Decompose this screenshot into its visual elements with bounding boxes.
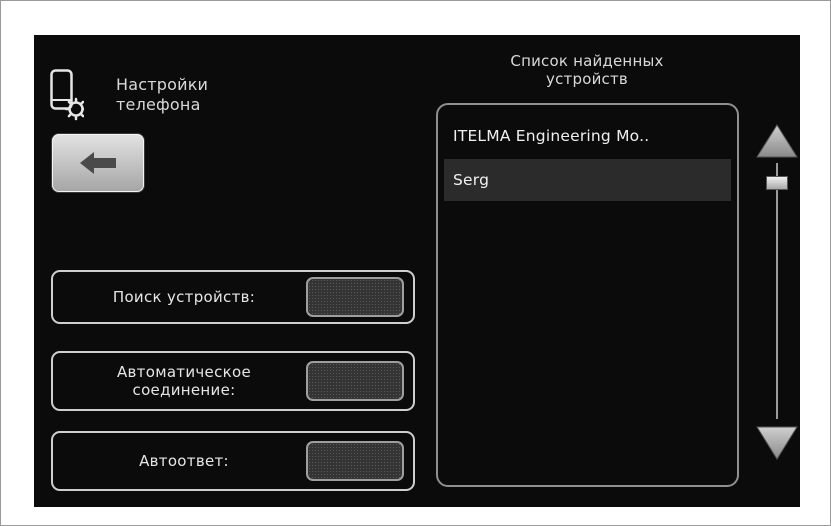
auto-connect-toggle[interactable] (306, 361, 404, 401)
toggle-label-device-search: Поиск устройств: (112, 288, 256, 306)
back-button[interactable] (52, 134, 144, 192)
figure-frame: Настройки телефона Поиск устройств: Авто… (0, 0, 831, 526)
list-item[interactable]: ITELMA Engineering Mo.. (444, 115, 731, 157)
scroll-thumb[interactable] (766, 176, 788, 190)
scroll-track[interactable] (776, 163, 778, 419)
toggle-row-auto-connect: Автоматическое соединение: (51, 351, 415, 411)
arrow-left-icon (80, 152, 116, 174)
toggle-label-auto-answer: Автоответ: (139, 452, 229, 470)
device-list: ITELMA Engineering Mo.. Serg (436, 103, 739, 487)
auto-answer-toggle[interactable] (306, 441, 404, 481)
toggle-row-device-search: Поиск устройств: (51, 270, 415, 324)
toggle-label-auto-connect: Автоматическое соединение: (116, 363, 251, 399)
toggle-row-auto-answer: Автоответ: (51, 431, 415, 491)
device-list-title: Список найденных устройств (510, 52, 664, 88)
list-item-selected[interactable]: Serg (444, 159, 731, 201)
page-title: Настройки телефона (116, 75, 209, 114)
head-unit-screen: Настройки телефона Поиск устройств: Авто… (34, 35, 800, 507)
device-search-toggle[interactable] (306, 277, 404, 317)
phone-gear-icon (50, 69, 84, 121)
triangle-down-icon[interactable] (755, 425, 799, 461)
triangle-up-icon[interactable] (755, 123, 799, 159)
